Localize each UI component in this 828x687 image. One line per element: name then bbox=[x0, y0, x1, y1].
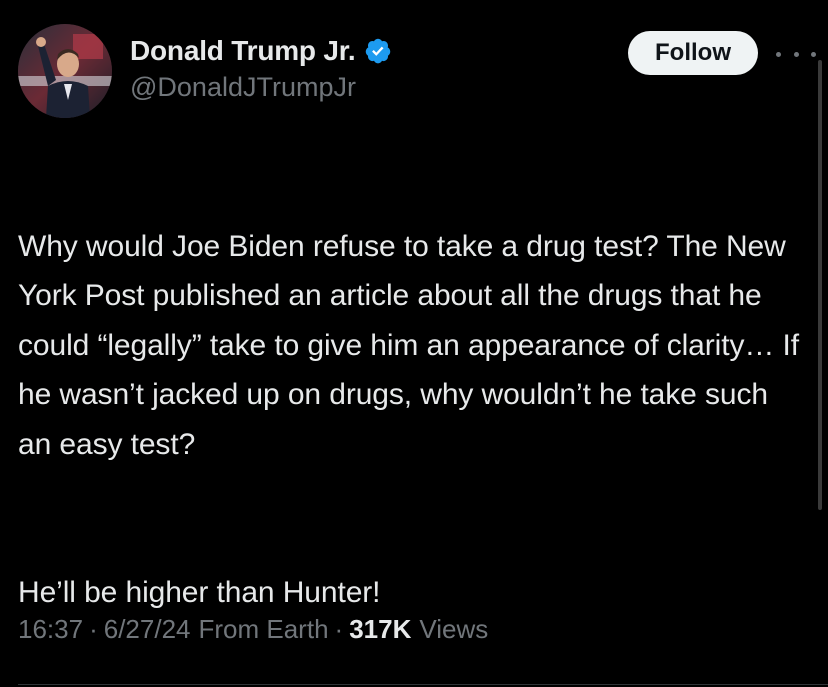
user-handle[interactable]: @DonaldJTrumpJr bbox=[130, 72, 392, 103]
tweet-meta: 16:37 · 6/27/24 From Earth · 317K Views bbox=[18, 614, 488, 645]
follow-button[interactable]: Follow bbox=[628, 31, 758, 75]
tweet-paragraph: Why would Joe Biden refuse to take a dru… bbox=[18, 229, 799, 461]
views-label[interactable]: Views bbox=[419, 614, 488, 645]
tweet-card: Donald Trump Jr. @DonaldJTrumpJr Follow … bbox=[0, 0, 828, 687]
views-count[interactable]: 317K bbox=[349, 614, 411, 645]
tweet-text: Why would Joe Biden refuse to take a dru… bbox=[18, 172, 808, 667]
display-name[interactable]: Donald Trump Jr. bbox=[130, 35, 356, 67]
divider bbox=[18, 684, 828, 685]
tweet-time[interactable]: 16:37 bbox=[18, 614, 83, 645]
more-horizontal-icon[interactable] bbox=[776, 44, 816, 64]
more-dot-icon bbox=[811, 51, 816, 57]
more-dot-icon bbox=[793, 51, 799, 57]
tweet-paragraph: He’ll be higher than Hunter! bbox=[18, 576, 381, 609]
avatar[interactable] bbox=[18, 24, 112, 118]
verified-badge-icon bbox=[364, 37, 392, 65]
meta-separator: · bbox=[89, 614, 98, 644]
tweet-source: From Earth bbox=[198, 614, 329, 644]
more-dot-icon bbox=[776, 51, 781, 57]
meta-separator: · bbox=[334, 614, 344, 644]
scrollbar[interactable] bbox=[818, 60, 822, 510]
author-block: Donald Trump Jr. @DonaldJTrumpJr bbox=[130, 34, 392, 103]
tweet-date[interactable]: 6/27/24 bbox=[104, 614, 191, 645]
name-row: Donald Trump Jr. bbox=[130, 34, 392, 68]
